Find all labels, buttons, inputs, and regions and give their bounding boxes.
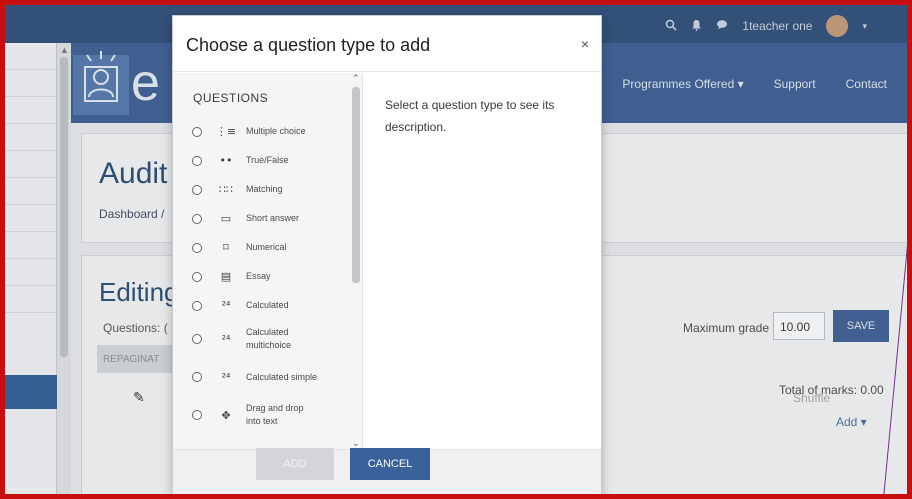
question-type-label: Numerical	[246, 242, 287, 252]
calculated-multichoice-icon: ²⁴	[221, 332, 231, 346]
question-type-option[interactable]: ▭ Short answer	[173, 204, 349, 233]
matching-icon: ∷∷	[219, 183, 233, 196]
scrollbar-thumb[interactable]	[352, 87, 360, 283]
question-type-option[interactable]: ∷∷ Matching	[173, 175, 349, 204]
question-type-label: Essay	[246, 271, 271, 281]
true-false-icon: ••	[219, 154, 233, 167]
question-type-label: Calculated simple	[246, 371, 318, 382]
screen-frame: 1teacher one ▾ e Programmes Offered ▾ Su…	[0, 0, 912, 499]
question-type-label: Drag and drop into text	[246, 403, 304, 426]
radio-button[interactable]	[192, 372, 202, 382]
question-type-label: Matching	[246, 184, 283, 194]
radio-button[interactable]	[192, 155, 202, 166]
question-type-option[interactable]: ²⁴ Calculated	[173, 291, 349, 320]
essay-icon: ▤	[220, 270, 232, 283]
question-type-option[interactable]: ▤ Essay	[173, 262, 349, 291]
questions-heading: QUESTIONS	[193, 91, 269, 105]
drag-drop-text-icon: ✥	[221, 408, 231, 422]
dialog-header: Choose a question type to add ×	[173, 16, 601, 72]
radio-button[interactable]	[192, 300, 202, 311]
question-types-panel: QUESTIONS ⋮≡ Multiple choice •• True/False ∷…	[173, 73, 363, 449]
radio-button[interactable]	[192, 271, 202, 282]
close-icon[interactable]: ×	[581, 36, 589, 52]
question-type-description: Select a question type to see its descri…	[385, 98, 555, 134]
options-scrollbar[interactable]: ⌃ ⌄	[349, 73, 362, 449]
scroll-up-icon[interactable]: ⌃	[352, 73, 360, 84]
question-type-label: Calculated	[246, 300, 289, 310]
cancel-button[interactable]: CANCEL	[350, 448, 430, 480]
question-type-label: Short answer	[246, 213, 300, 223]
radio-button[interactable]	[192, 334, 202, 344]
add-button[interactable]: ADD	[256, 448, 334, 480]
calculated-simple-icon: ²⁴	[221, 370, 231, 384]
question-type-option[interactable]: ²⁴ Calculated multichoice	[173, 320, 349, 358]
question-type-option[interactable]: •• True/False	[173, 146, 349, 175]
question-type-option[interactable]: ²⁴ Calculated simple	[173, 358, 349, 396]
numerical-icon: ⌑	[223, 241, 229, 254]
radio-button[interactable]	[192, 126, 202, 137]
multiple-choice-icon: ⋮≡	[215, 125, 237, 138]
choose-question-dialog: Choose a question type to add × QUESTION…	[172, 15, 602, 494]
question-type-list: ⋮≡ Multiple choice •• True/False ∷∷ Matching ▭…	[173, 117, 349, 434]
question-type-label: True/False	[246, 155, 289, 165]
dialog-title: Choose a question type to add	[186, 35, 431, 55]
radio-button[interactable]	[192, 184, 202, 195]
question-type-label: Multiple choice	[246, 126, 306, 136]
radio-button[interactable]	[192, 410, 202, 420]
radio-button[interactable]	[192, 213, 202, 224]
question-type-option[interactable]: ⌑ Numerical	[173, 233, 349, 262]
calculated-icon: ²⁴	[221, 299, 231, 312]
question-type-option[interactable]: ⋮≡ Multiple choice	[173, 117, 349, 146]
radio-button[interactable]	[192, 242, 202, 253]
question-type-label: Calculated multichoice	[246, 327, 292, 350]
short-answer-icon: ▭	[220, 212, 232, 225]
question-type-option[interactable]: ✥ Drag and drop into text	[173, 396, 349, 434]
